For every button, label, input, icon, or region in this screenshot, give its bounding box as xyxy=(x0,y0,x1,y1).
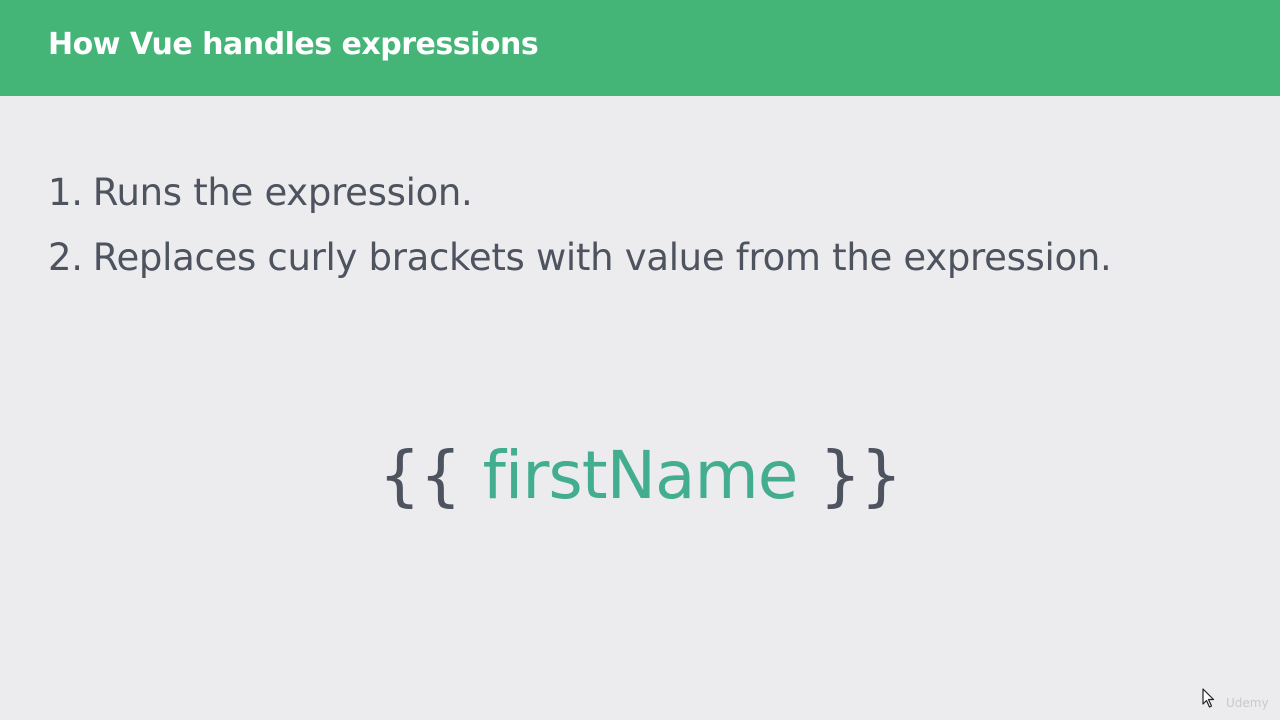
list-item: 2. Replaces curly brackets with value fro… xyxy=(48,225,1112,290)
step-number: 2. xyxy=(48,236,83,279)
close-brace: }} xyxy=(819,437,902,514)
slide: How Vue handles expressions 1. Runs the e… xyxy=(0,0,1280,720)
slide-header: How Vue handles expressions xyxy=(0,0,1280,96)
step-number: 1. xyxy=(48,171,83,214)
open-brace: {{ xyxy=(378,437,462,514)
step-text: Replaces curly brackets with value from … xyxy=(92,236,1112,279)
udemy-watermark: Udemy xyxy=(1226,696,1269,710)
mouse-pointer-icon xyxy=(1202,688,1215,708)
list-item: 1. Runs the expression. xyxy=(48,160,1111,225)
expression-example: {{ firstName}} xyxy=(0,436,1280,516)
steps-list: 1. Runs the expression. 2. Replaces curly … xyxy=(48,160,1112,290)
step-text: Runs the expression. xyxy=(92,171,473,214)
expression-variable: firstName xyxy=(482,437,799,514)
slide-title: How Vue handles expressions xyxy=(48,27,539,62)
